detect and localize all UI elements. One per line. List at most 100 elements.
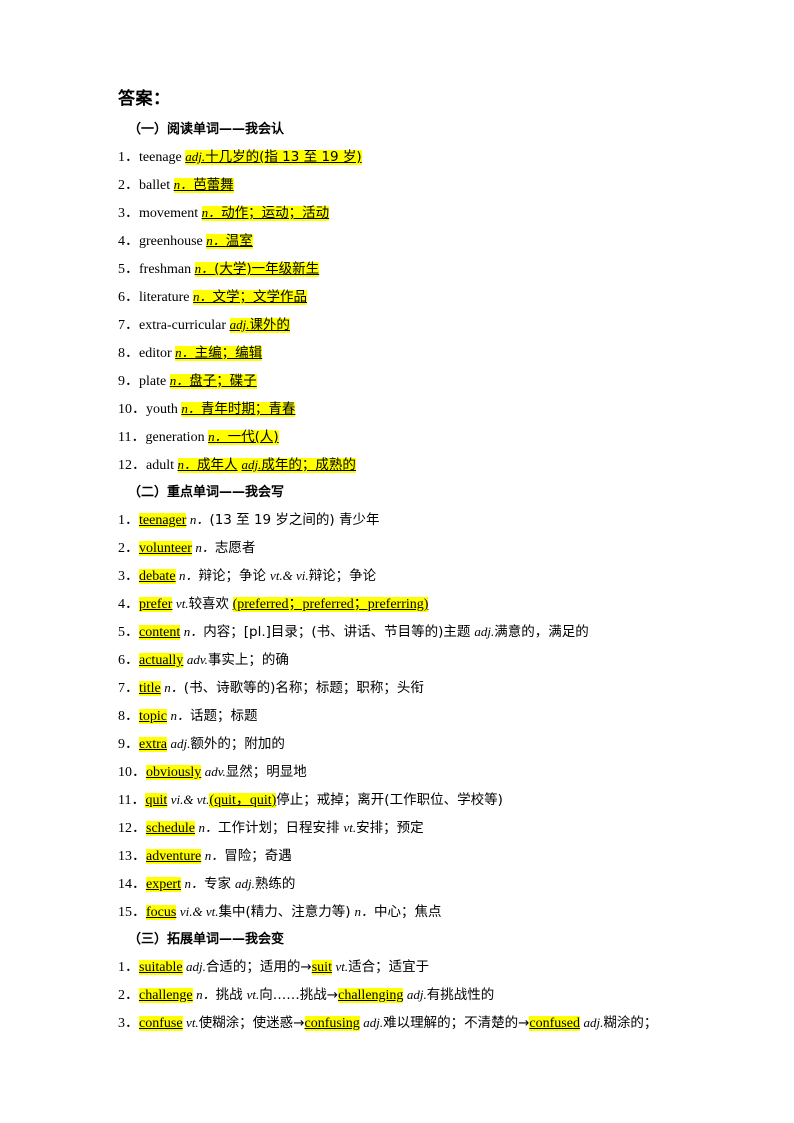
entry-number: 5 (118, 625, 125, 640)
derived-definition: 难以理解的；不清楚的 (383, 1015, 519, 1031)
entry-pos: n． (184, 876, 204, 891)
entry-word: schedule (146, 821, 195, 836)
entry-word: plate (139, 374, 167, 389)
entry-definition: 盘子；碟子 (189, 373, 257, 389)
derived-word: challenging (338, 988, 404, 1003)
entry-number: 5 (118, 262, 125, 277)
entry-pos: adj. (186, 959, 206, 974)
vocab-entry: 12．schedule n．工作计划；日程安排 vt.安排；预定 (118, 820, 424, 836)
entry-word: adult (146, 458, 174, 473)
derived-word-2: confused (529, 1016, 580, 1031)
entry-pos: vi.& vt. (170, 792, 210, 807)
entry-pos: vt. (186, 1015, 199, 1030)
entry-word: ballet (139, 178, 171, 193)
entry-definition: 使糊涂；使迷惑 (198, 1015, 294, 1031)
entry-definition-2: 成年的；成熟的 (261, 457, 356, 473)
entry-definition: 辩论；争论 (198, 568, 267, 584)
vocab-entry: 4．greenhouse n．温室 (118, 233, 253, 249)
derived-pos-2: adj. (583, 1015, 604, 1030)
entry-definition: 显然；明显地 (225, 764, 307, 780)
entry-number: 8 (118, 346, 125, 361)
entry-definition: 内容；[pl.]目录；(书、讲话、节目等的)主题 (203, 624, 471, 640)
entry-number: 8 (118, 709, 125, 724)
entry-pos-2: vt.& vi. (270, 568, 309, 583)
entry-number: 4 (118, 597, 125, 612)
entry-word: extra (139, 737, 167, 752)
entry-number: 7 (118, 681, 125, 696)
entry-number: 6 (118, 290, 125, 305)
entry-number: 2 (118, 178, 125, 193)
entry-definition-2: 中心；焦点 (374, 904, 442, 920)
entry-pos: adv. (186, 652, 208, 667)
derived-definition: 适合；适宜于 (348, 959, 430, 975)
entry-word: extra-curricular (139, 318, 227, 333)
document-page: 答案： （一）阅读单词——我会认 1．teenage adj.十几岁的(指 13… (0, 0, 794, 1123)
vocab-entry: 12．adult n．成年人 adj.成年的；成熟的 (118, 457, 356, 473)
entry-definition: 停止；戒掉；离开(工作职位、学校等) (276, 792, 503, 808)
entry-definition: 额外的；附加的 (190, 736, 285, 752)
entry-definition: 合适的；适用的 (205, 959, 301, 975)
vocab-entry: 5．freshman n．(大学)一年级新生 (118, 261, 320, 277)
entry-word: content (139, 625, 181, 640)
vocab-entry: 8．topic n．话题；标题 (118, 708, 258, 724)
entry-word: actually (139, 653, 184, 668)
vocab-entry: 8．editor n．主编；编辑 (118, 345, 263, 361)
entry-number: 13 (118, 849, 132, 864)
entry-number: 11 (118, 430, 132, 445)
entry-number: 6 (118, 653, 125, 668)
entry-definition: 青年时期；青春 (200, 401, 296, 417)
entry-number: 9 (118, 374, 125, 389)
derivation-arrow-icon: → (326, 987, 339, 1003)
entry-word: obviously (146, 765, 202, 780)
entry-number: 4 (118, 234, 125, 249)
entry-pos-2: adj. (241, 457, 262, 472)
section-reading-words: （一）阅读单词——我会认 1．teenage adj.十几岁的(指 13 至 1… (118, 116, 720, 479)
entry-pos: vi.& vt. (179, 904, 219, 919)
section-heading: （二）重点单词——我会写 (128, 485, 285, 500)
entry-number: 7 (118, 318, 125, 333)
vocab-entry: 1．teenage adj.十几岁的(指 13 至 19 岁) (118, 149, 362, 165)
entry-word: title (139, 681, 161, 696)
entry-number: 14 (118, 877, 132, 892)
entry-pos: n． (170, 708, 191, 723)
derivation-arrow-icon-2: → (518, 1015, 530, 1031)
vocab-entry: 1．teenager n．(13 至 19 岁之间的) 青少年 (118, 512, 380, 528)
entry-definition: 成年人 (197, 457, 238, 473)
entry-pos-2: n． (354, 904, 375, 919)
vocab-entry: 11．quit vi.& vt.(quit，quit)停止；戒掉；离开(工作职位… (118, 792, 503, 808)
entry-pos: n． (201, 205, 222, 220)
entry-pos-2: vt. (343, 820, 357, 835)
entry-word: movement (139, 206, 199, 221)
vocab-entry: 3．confuse vt.使糊涂；使迷惑→confusing adj.难以理解的… (118, 1015, 658, 1031)
vocab-entry: 14．expert n．专家 adj.熟练的 (118, 876, 296, 892)
vocab-entry: 6．literature n．文学；文学作品 (118, 289, 308, 305)
entry-word: quit (145, 793, 168, 808)
entry-number: 1 (118, 513, 125, 528)
page-title: 答案： (118, 89, 171, 109)
entry-definition-2: 熟练的 (254, 876, 296, 892)
entry-definition: 挑战 (215, 987, 243, 1003)
vocab-entry: 5．content n．内容；[pl.]目录；(书、讲话、节目等的)主题 adj.… (118, 624, 589, 640)
entry-definition-2: 满意的，满足的 (494, 624, 589, 640)
entry-definition: 冒险；奇遇 (224, 848, 292, 864)
entry-pos: n． (164, 680, 184, 695)
entry-word: greenhouse (139, 234, 203, 249)
entry-number: 3 (118, 1016, 125, 1031)
entry-definition: 动作；运动；活动 (221, 205, 330, 221)
entry-number: 2 (118, 541, 125, 556)
entry-definition: 一代(人) (227, 429, 279, 445)
section-key-words: （二）重点单词——我会写 1．teenager n．(13 至 19 岁之间的)… (118, 479, 720, 926)
entry-word: prefer (139, 597, 173, 612)
entry-definition: 温室 (225, 233, 253, 249)
entry-number: 10 (118, 765, 132, 780)
section-heading: （三）拓展单词——我会变 (128, 932, 285, 947)
vocab-entry: 6．actually adv.事实上；的确 (118, 652, 289, 668)
entry-word: youth (146, 402, 178, 417)
entry-definition: (大学)一年级新生 (214, 261, 320, 277)
entry-definition: 主编；编辑 (194, 345, 263, 361)
entry-word: generation (145, 430, 205, 445)
entry-number: 15 (118, 905, 132, 920)
entry-verb-forms: (preferred；preferred；preferring) (232, 597, 429, 612)
entry-pos: n． (195, 540, 215, 555)
vocab-entry: 10．youth n．青年时期；青春 (118, 401, 296, 417)
